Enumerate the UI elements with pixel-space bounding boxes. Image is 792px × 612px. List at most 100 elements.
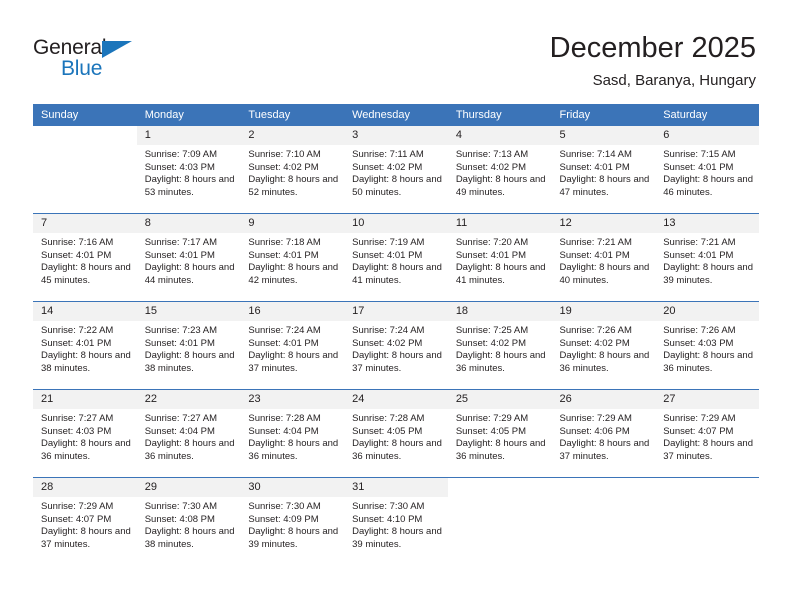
sunrise-text: Sunrise: 7:18 AM <box>248 237 321 248</box>
calendar-cell-day-31[interactable]: 31 Sunrise: 7:30 AM Sunset: 4:10 PM Dayligh… <box>344 477 448 565</box>
calendar-cell-day-16[interactable]: 16 Sunrise: 7:24 AM Sunset: 4:01 PM Dayligh… <box>240 301 345 390</box>
day-cell: 17 Sunrise: 7:24 AM Sunset: 4:02 PM Dayligh… <box>344 302 448 389</box>
calendar-cell-day-9[interactable]: 9 Sunrise: 7:18 AM Sunset: 4:01 PM Daylight… <box>240 213 345 302</box>
day-cell: 22 Sunrise: 7:27 AM Sunset: 4:04 PM Dayligh… <box>136 390 241 477</box>
sunset-text: Sunset: 4:02 PM <box>559 337 630 349</box>
weekday-header-tuesday: Tuesday <box>240 104 345 126</box>
sunrise-text: Sunrise: 7:28 AM <box>352 413 425 424</box>
calendar-cell-day-1[interactable]: 1 Sunrise: 7:09 AM Sunset: 4:03 PM Daylight… <box>136 126 241 214</box>
calendar-cell-day-14[interactable]: 14 Sunrise: 7:22 AM Sunset: 4:01 PM Dayligh… <box>33 301 137 390</box>
sunset-text: Sunset: 4:01 PM <box>248 249 319 261</box>
calendar-week-row: 21 Sunrise: 7:27 AM Sunset: 4:03 PM Dayligh… <box>33 389 759 478</box>
day-details: Sunrise: 7:11 AM Sunset: 4:02 PM Daylight:… <box>344 145 448 199</box>
triangle-icon <box>102 41 132 58</box>
day-cell: 24 Sunrise: 7:28 AM Sunset: 4:05 PM Dayligh… <box>344 390 448 477</box>
calendar-cell-day-22[interactable]: 22 Sunrise: 7:27 AM Sunset: 4:04 PM Dayligh… <box>136 389 241 478</box>
day-number: 4 <box>447 126 552 145</box>
sunset-text: Sunset: 4:05 PM <box>455 425 527 437</box>
day-number: 10 <box>344 214 448 233</box>
daylight-text: Daylight: 8 hours and 37 minutes. <box>663 438 753 462</box>
sunrise-text: Sunrise: 7:13 AM <box>455 149 529 160</box>
sunset-text: Sunset: 4:01 PM <box>41 249 112 261</box>
sunset-text: Sunset: 4:09 PM <box>248 513 319 525</box>
calendar-cell-day-15[interactable]: 15 Sunrise: 7:23 AM Sunset: 4:01 PM Dayligh… <box>136 301 241 390</box>
sunrise-text: Sunrise: 7:20 AM <box>455 237 529 248</box>
daylight-text: Daylight: 8 hours and 38 minutes. <box>144 350 235 374</box>
day-number: 18 <box>447 302 552 321</box>
calendar-cell-day-8[interactable]: 8 Sunrise: 7:17 AM Sunset: 4:01 PM Daylight… <box>136 213 241 302</box>
calendar-cell-day-24[interactable]: 24 Sunrise: 7:28 AM Sunset: 4:05 PM Dayligh… <box>344 389 448 478</box>
daylight-text: Daylight: 8 hours and 36 minutes. <box>248 438 339 462</box>
daylight-text: Daylight: 8 hours and 46 minutes. <box>663 174 753 198</box>
location-subtitle: Sasd, Baranya, Hungary <box>592 72 756 89</box>
calendar-cell-day-12[interactable]: 12 Sunrise: 7:21 AM Sunset: 4:01 PM Dayligh… <box>551 213 656 302</box>
day-number: 8 <box>136 214 241 233</box>
weekday-header-saturday: Saturday <box>655 104 759 126</box>
day-cell: 31 Sunrise: 7:30 AM Sunset: 4:10 PM Dayligh… <box>344 478 448 565</box>
calendar-cell-day-4[interactable]: 4 Sunrise: 7:13 AM Sunset: 4:02 PM Daylight… <box>447 126 552 214</box>
calendar-cell-day-17[interactable]: 17 Sunrise: 7:24 AM Sunset: 4:02 PM Dayligh… <box>344 301 448 390</box>
sunrise-text: Sunrise: 7:19 AM <box>352 237 425 248</box>
calendar-cell-day-7[interactable]: 7 Sunrise: 7:16 AM Sunset: 4:01 PM Daylight… <box>33 213 137 302</box>
day-details: Sunrise: 7:18 AM Sunset: 4:01 PM Daylight:… <box>240 233 344 287</box>
sunrise-text: Sunrise: 7:28 AM <box>248 413 321 424</box>
day-number: 7 <box>33 214 137 233</box>
day-details: Sunrise: 7:15 AM Sunset: 4:01 PM Daylight:… <box>655 145 759 199</box>
day-number: 20 <box>655 302 759 321</box>
sunrise-text: Sunrise: 7:30 AM <box>248 501 321 512</box>
day-cell: 21 Sunrise: 7:27 AM Sunset: 4:03 PM Dayligh… <box>33 390 137 477</box>
day-cell: 8 Sunrise: 7:17 AM Sunset: 4:01 PM Daylight… <box>136 214 241 301</box>
calendar-cell-day-26[interactable]: 26 Sunrise: 7:29 AM Sunset: 4:06 PM Dayligh… <box>551 389 656 478</box>
calendar-cell-day-2[interactable]: 2 Sunrise: 7:10 AM Sunset: 4:02 PM Daylight… <box>240 126 345 214</box>
calendar-cell-empty <box>655 477 759 565</box>
day-number: 13 <box>655 214 759 233</box>
sunset-text: Sunset: 4:02 PM <box>352 161 423 173</box>
calendar-cell-day-18[interactable]: 18 Sunrise: 7:25 AM Sunset: 4:02 PM Dayligh… <box>447 301 552 390</box>
calendar-cell-day-11[interactable]: 11 Sunrise: 7:20 AM Sunset: 4:01 PM Dayligh… <box>447 213 552 302</box>
weekday-header-wednesday: Wednesday <box>344 104 448 126</box>
calendar-cell-empty <box>33 126 137 214</box>
weekday-header-row: Sunday Monday Tuesday Wednesday Thursday Frid… <box>33 104 759 126</box>
calendar-cell-day-27[interactable]: 27 Sunrise: 7:29 AM Sunset: 4:07 PM Dayligh… <box>655 389 759 478</box>
sunrise-text: Sunrise: 7:29 AM <box>663 413 736 424</box>
day-cell: 6 Sunrise: 7:15 AM Sunset: 4:01 PM Daylight… <box>655 126 759 213</box>
daylight-text: Daylight: 8 hours and 45 minutes. <box>41 262 131 286</box>
calendar-cell-day-10[interactable]: 10 Sunrise: 7:19 AM Sunset: 4:01 PM Dayligh… <box>344 213 448 302</box>
day-details: Sunrise: 7:23 AM Sunset: 4:01 PM Daylight:… <box>137 321 241 375</box>
day-number: 5 <box>551 126 656 145</box>
day-number: 31 <box>344 478 448 497</box>
sunset-text: Sunset: 4:02 PM <box>352 337 423 349</box>
calendar-table: Sunday Monday Tuesday Wednesday Thursday Frid… <box>33 104 759 565</box>
day-cell: 4 Sunrise: 7:13 AM Sunset: 4:02 PM Daylight… <box>447 126 552 213</box>
sunset-text: Sunset: 4:01 PM <box>144 337 215 349</box>
calendar-cell-day-21[interactable]: 21 Sunrise: 7:27 AM Sunset: 4:03 PM Dayligh… <box>33 389 137 478</box>
day-details: Sunrise: 7:10 AM Sunset: 4:02 PM Daylight:… <box>240 145 344 199</box>
calendar-cell-day-28[interactable]: 28 Sunrise: 7:29 AM Sunset: 4:07 PM Dayligh… <box>33 477 137 565</box>
calendar-cell-day-3[interactable]: 3 Sunrise: 7:11 AM Sunset: 4:02 PM Daylight… <box>344 126 448 214</box>
day-number: 19 <box>551 302 656 321</box>
day-number: 16 <box>240 302 345 321</box>
day-number <box>447 478 552 497</box>
sunset-text: Sunset: 4:01 PM <box>41 337 112 349</box>
calendar-cell-day-5[interactable]: 5 Sunrise: 7:14 AM Sunset: 4:01 PM Daylight… <box>551 126 656 214</box>
calendar-cell-day-25[interactable]: 25 Sunrise: 7:29 AM Sunset: 4:05 PM Dayligh… <box>447 389 552 478</box>
day-cell: 30 Sunrise: 7:30 AM Sunset: 4:09 PM Dayligh… <box>240 478 345 565</box>
calendar-cell-day-20[interactable]: 20 Sunrise: 7:26 AM Sunset: 4:03 PM Dayligh… <box>655 301 759 390</box>
sunrise-text: Sunrise: 7:11 AM <box>352 149 424 160</box>
calendar-cell-day-30[interactable]: 30 Sunrise: 7:30 AM Sunset: 4:09 PM Dayligh… <box>240 477 345 565</box>
daylight-text: Daylight: 8 hours and 40 minutes. <box>559 262 650 286</box>
sunset-text: Sunset: 4:07 PM <box>41 513 112 525</box>
calendar-cell-day-23[interactable]: 23 Sunrise: 7:28 AM Sunset: 4:04 PM Dayligh… <box>240 389 345 478</box>
calendar-cell-day-13[interactable]: 13 Sunrise: 7:21 AM Sunset: 4:01 PM Dayligh… <box>655 213 759 302</box>
calendar-cell-day-6[interactable]: 6 Sunrise: 7:15 AM Sunset: 4:01 PM Daylight… <box>655 126 759 214</box>
daylight-text: Daylight: 8 hours and 53 minutes. <box>144 174 235 198</box>
day-cell: 5 Sunrise: 7:14 AM Sunset: 4:01 PM Daylight… <box>551 126 656 213</box>
day-number: 15 <box>136 302 241 321</box>
calendar-cell-day-29[interactable]: 29 Sunrise: 7:30 AM Sunset: 4:08 PM Dayligh… <box>136 477 241 565</box>
day-cell: 18 Sunrise: 7:25 AM Sunset: 4:02 PM Dayligh… <box>447 302 552 389</box>
day-number: 9 <box>240 214 345 233</box>
general-blue-logo[interactable]: General Blue <box>33 36 213 86</box>
calendar-cell-day-19[interactable]: 19 Sunrise: 7:26 AM Sunset: 4:02 PM Dayligh… <box>551 301 656 390</box>
day-cell <box>33 126 137 213</box>
sunset-text: Sunset: 4:10 PM <box>352 513 423 525</box>
